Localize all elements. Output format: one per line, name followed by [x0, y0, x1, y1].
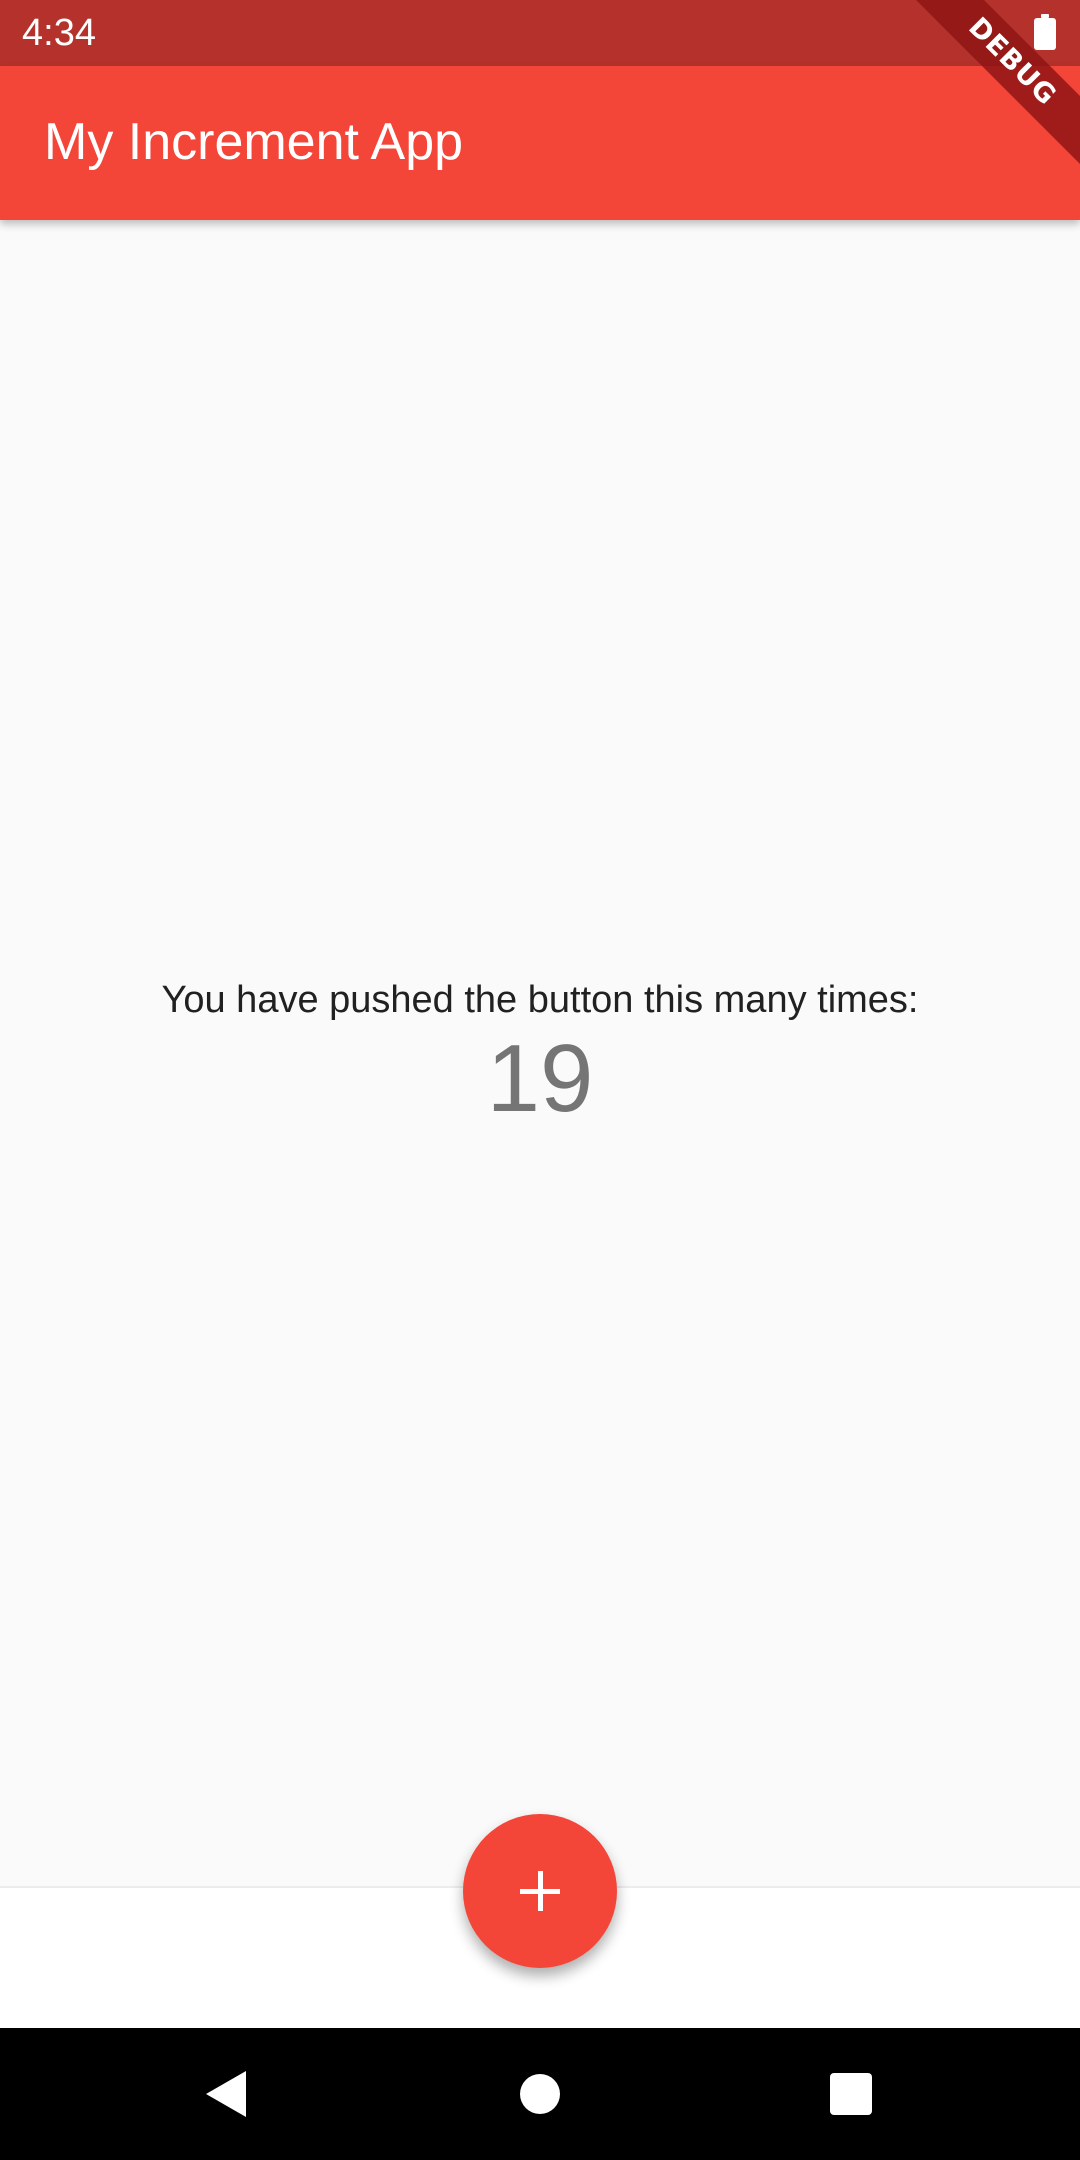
- plus-icon: [520, 1871, 560, 1911]
- system-nav-bar: [0, 2028, 1080, 2160]
- battery-icon: [1034, 14, 1056, 50]
- counter-value: 19: [486, 1025, 594, 1132]
- app-title: My Increment App: [44, 113, 464, 171]
- nav-home-button[interactable]: [500, 2054, 580, 2134]
- counter-label: You have pushed the button this many tim…: [161, 979, 919, 1021]
- increment-fab-button[interactable]: [463, 1814, 617, 1968]
- app-screen: 4:34 My Increment App DEBUG You have pus…: [0, 0, 1080, 2160]
- nav-recents-button[interactable]: [811, 2054, 891, 2134]
- status-bar: 4:34: [0, 0, 1080, 66]
- app-bar: My Increment App: [0, 66, 1080, 220]
- nav-back-button[interactable]: [186, 2054, 266, 2134]
- back-triangle-icon: [206, 2071, 246, 2117]
- main-content: You have pushed the button this many tim…: [0, 220, 1080, 1888]
- recents-square-icon: [830, 2073, 872, 2115]
- home-circle-icon: [520, 2074, 560, 2114]
- status-time: 4:34: [22, 12, 96, 54]
